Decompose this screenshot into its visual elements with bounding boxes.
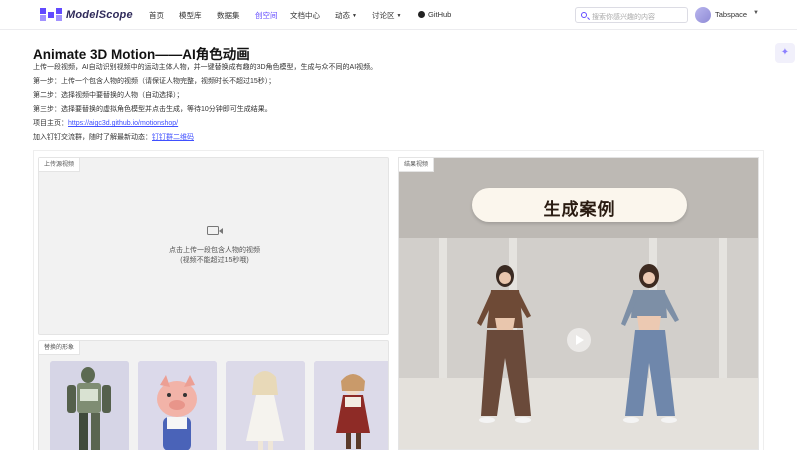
upload-hint: 点击上传一段包含人物的视频 bbox=[169, 247, 260, 254]
character-option-robot[interactable] bbox=[50, 361, 129, 450]
video-upload-area[interactable]: 上传源视频 点击上传一段包含人物的视频 (视频不能超过15秒哦) bbox=[38, 157, 389, 335]
pig-character-image bbox=[138, 361, 217, 450]
character-option-pig[interactable] bbox=[138, 361, 217, 450]
chevron-down-icon: ▼ bbox=[396, 13, 402, 20]
intro-description: 上传一段视频，AI自动识别视频中的运动主体人物，并一键替换成有趣的3D角色模型，… bbox=[33, 64, 378, 71]
nav-forum-label: 讨论区 bbox=[372, 11, 395, 20]
avatar[interactable] bbox=[695, 7, 711, 23]
nav-forum[interactable]: 讨论区 ▼ bbox=[372, 10, 401, 21]
video-camera-icon bbox=[207, 226, 223, 235]
nav-datasets[interactable]: 数据集 bbox=[217, 10, 240, 21]
step-2: 第二步：选择视频中要替换的人物（自动选择）； bbox=[33, 92, 184, 99]
nav-news-label: 动态 bbox=[335, 11, 350, 20]
nav-github[interactable]: GitHub bbox=[418, 10, 451, 19]
character-option-red-outfit-girl[interactable] bbox=[314, 361, 388, 450]
upload-panel-label: 上传源视频 bbox=[39, 158, 81, 172]
project-link[interactable]: https://aigc3d.github.io/motionshop/ bbox=[68, 120, 178, 127]
search-input[interactable]: 搜索你感兴趣的内容 bbox=[575, 7, 688, 23]
example-banner: 生成案例 bbox=[472, 188, 687, 222]
step-3: 第三步：选择要替换的虚拟角色模型并点击生成，等待10分钟即可生成结果。 bbox=[33, 106, 272, 113]
search-icon bbox=[581, 12, 587, 18]
page-title: Animate 3D Motion——AI角色动画 bbox=[33, 47, 250, 62]
dress-girl-character-image bbox=[226, 361, 305, 450]
character-option-white-dress-girl[interactable] bbox=[226, 361, 305, 450]
play-button-icon[interactable] bbox=[567, 328, 591, 352]
nav-models[interactable]: 模型库 bbox=[179, 10, 202, 21]
red-girl-character-image bbox=[314, 361, 388, 450]
sparkle-assistant-button[interactable]: ✦ bbox=[775, 43, 795, 63]
username[interactable]: Tabspace bbox=[715, 10, 747, 19]
join-label: 加入钉钉交流群，随时了解最新动态： bbox=[33, 134, 152, 141]
step-1: 第一步：上传一个包含人物的视频（请保证人物完整，视频时长不超过15秒）； bbox=[33, 78, 276, 85]
upload-limit-hint: (视频不能超过15秒哦) bbox=[180, 257, 249, 264]
robot-character-image bbox=[50, 361, 129, 450]
join-line: 加入钉钉交流群，随时了解最新动态：钉钉群二维码 bbox=[33, 132, 194, 142]
character-panel-label: 替换的形象 bbox=[39, 341, 81, 355]
nav-docs[interactable]: 文档中心 bbox=[290, 10, 320, 21]
nav-home[interactable]: 首页 bbox=[149, 10, 164, 21]
nav-news[interactable]: 动态 ▼ bbox=[335, 10, 357, 21]
project-line: 项目主页：https://aigc3d.github.io/motionshop… bbox=[33, 118, 178, 128]
logo-text: ModelScope bbox=[66, 8, 133, 21]
github-icon bbox=[418, 11, 425, 18]
result-panel-label: 结果视频 bbox=[399, 158, 435, 172]
chevron-down-icon: ▼ bbox=[352, 13, 357, 20]
user-menu-chevron-icon[interactable]: ▼ bbox=[753, 10, 759, 16]
nav-github-label: GitHub bbox=[428, 10, 452, 19]
qr-code-link[interactable]: 钉钉群二维码 bbox=[152, 134, 194, 141]
nav-studios[interactable]: 创空间 bbox=[255, 10, 278, 21]
character-gallery: 替换的形象 bbox=[38, 340, 389, 450]
top-navbar: ModelScope 首页 模型库 数据集 创空间 文档中心 动态 ▼ 讨论区 ▼ … bbox=[0, 0, 797, 30]
logo-icon bbox=[40, 8, 62, 21]
project-label: 项目主页： bbox=[33, 120, 68, 127]
search-placeholder: 搜索你感兴趣的内容 bbox=[592, 14, 655, 21]
modelscope-logo[interactable]: ModelScope bbox=[40, 8, 133, 21]
banner-text: 生成案例 bbox=[543, 200, 616, 219]
result-video-panel: 结果视频 生成案例 bbox=[398, 157, 759, 450]
